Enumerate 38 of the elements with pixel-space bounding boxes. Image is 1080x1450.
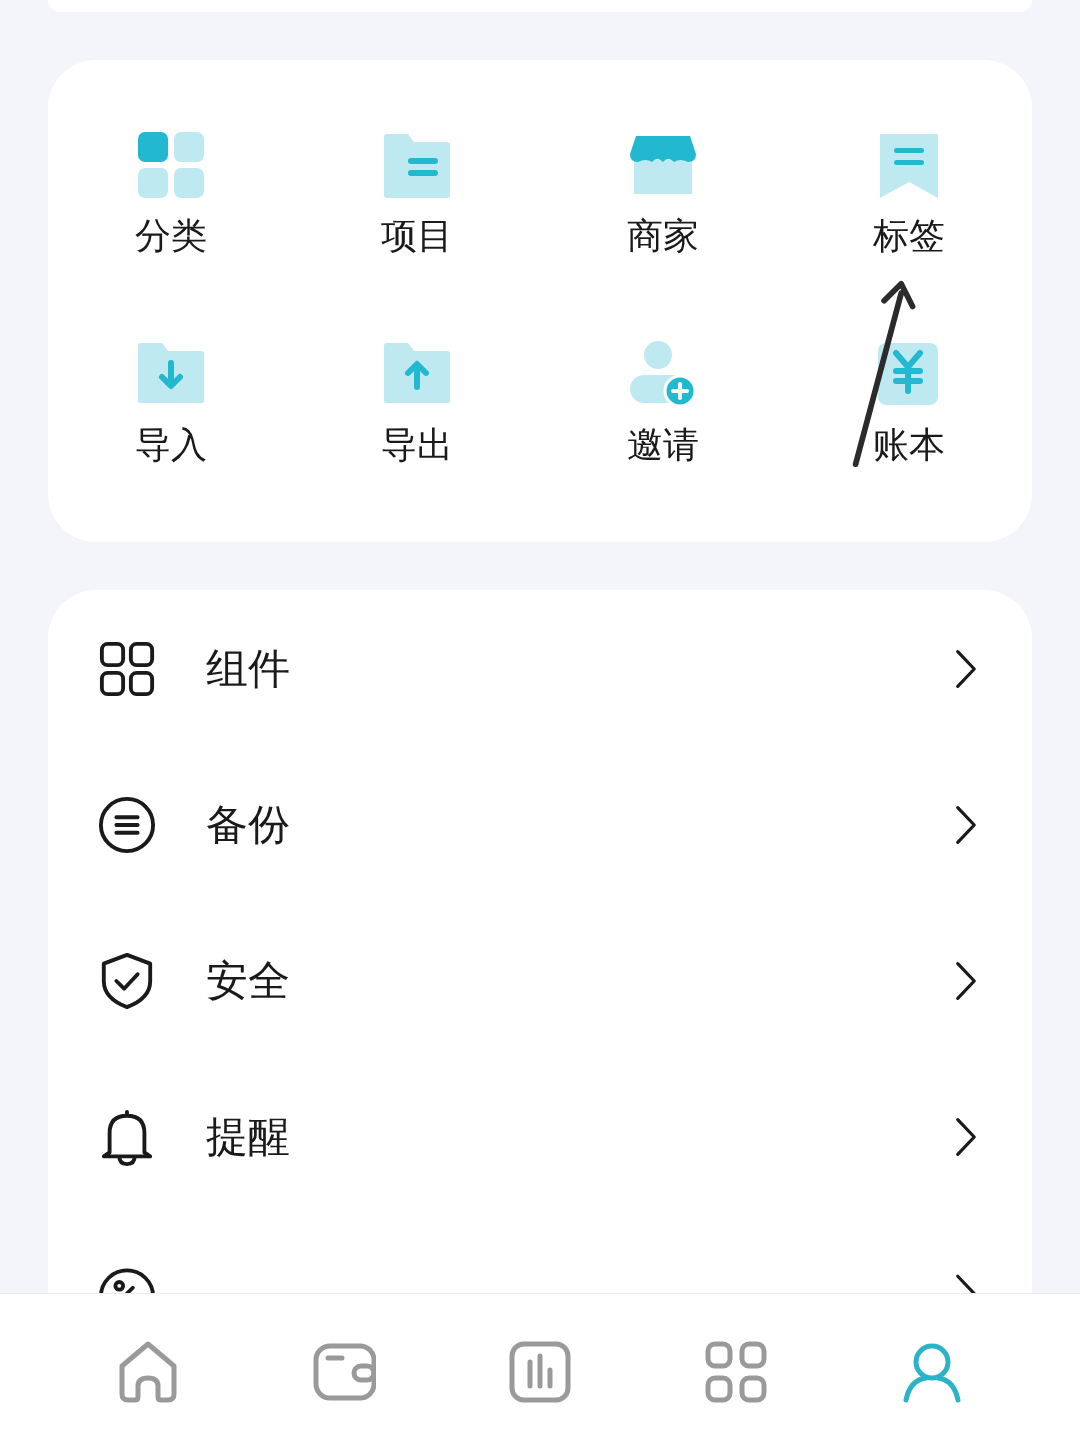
- widgets-icon: [98, 640, 156, 698]
- chart-tab[interactable]: [508, 1340, 572, 1404]
- chevron-icon: [955, 1272, 977, 1296]
- chevron-icon: [955, 648, 977, 690]
- tool-label: 商家: [627, 214, 699, 258]
- tool-label: 标签: [873, 214, 945, 258]
- menu-item[interactable]: 备份: [98, 747, 977, 903]
- tool-item[interactable]: 商家: [540, 132, 786, 258]
- tool-item[interactable]: 导出: [294, 341, 540, 467]
- menu-label: 组件: [206, 643, 291, 695]
- chevron-icon: [955, 1116, 977, 1158]
- chevron-icon: [955, 960, 977, 1002]
- tool-label: 项目: [381, 214, 453, 258]
- menu-item[interactable]: 安全: [98, 903, 977, 1059]
- folder-icon: [384, 132, 450, 198]
- tool-label: 邀请: [627, 423, 699, 467]
- chevron-icon: [955, 804, 977, 846]
- tool-label: 导出: [381, 423, 453, 467]
- apps-tab[interactable]: [704, 1340, 768, 1404]
- menu-label: 备份: [206, 799, 291, 851]
- list-circle-icon: [98, 796, 156, 854]
- tool-label: 账本: [873, 423, 945, 467]
- menu-item[interactable]: 提醒: [98, 1059, 977, 1215]
- tool-item[interactable]: 账本: [786, 341, 1032, 467]
- tool-item[interactable]: 分类: [48, 132, 294, 258]
- menu-label: 安全: [206, 955, 291, 1007]
- tool-label: 分类: [135, 214, 207, 258]
- tool-item[interactable]: 邀请: [540, 341, 786, 467]
- menu-label: 提醒: [206, 1111, 291, 1163]
- tool-item[interactable]: 标签: [786, 132, 1032, 258]
- grid-icon: [704, 1340, 768, 1404]
- tool-item[interactable]: 项目: [294, 132, 540, 258]
- tool-label: 导入: [135, 423, 207, 467]
- bar-chart-icon: [508, 1340, 572, 1404]
- category-icon: [138, 132, 204, 198]
- menu-item[interactable]: 组件: [98, 591, 977, 747]
- add-user-icon: [630, 341, 696, 407]
- tool-item[interactable]: 导入: [48, 341, 294, 467]
